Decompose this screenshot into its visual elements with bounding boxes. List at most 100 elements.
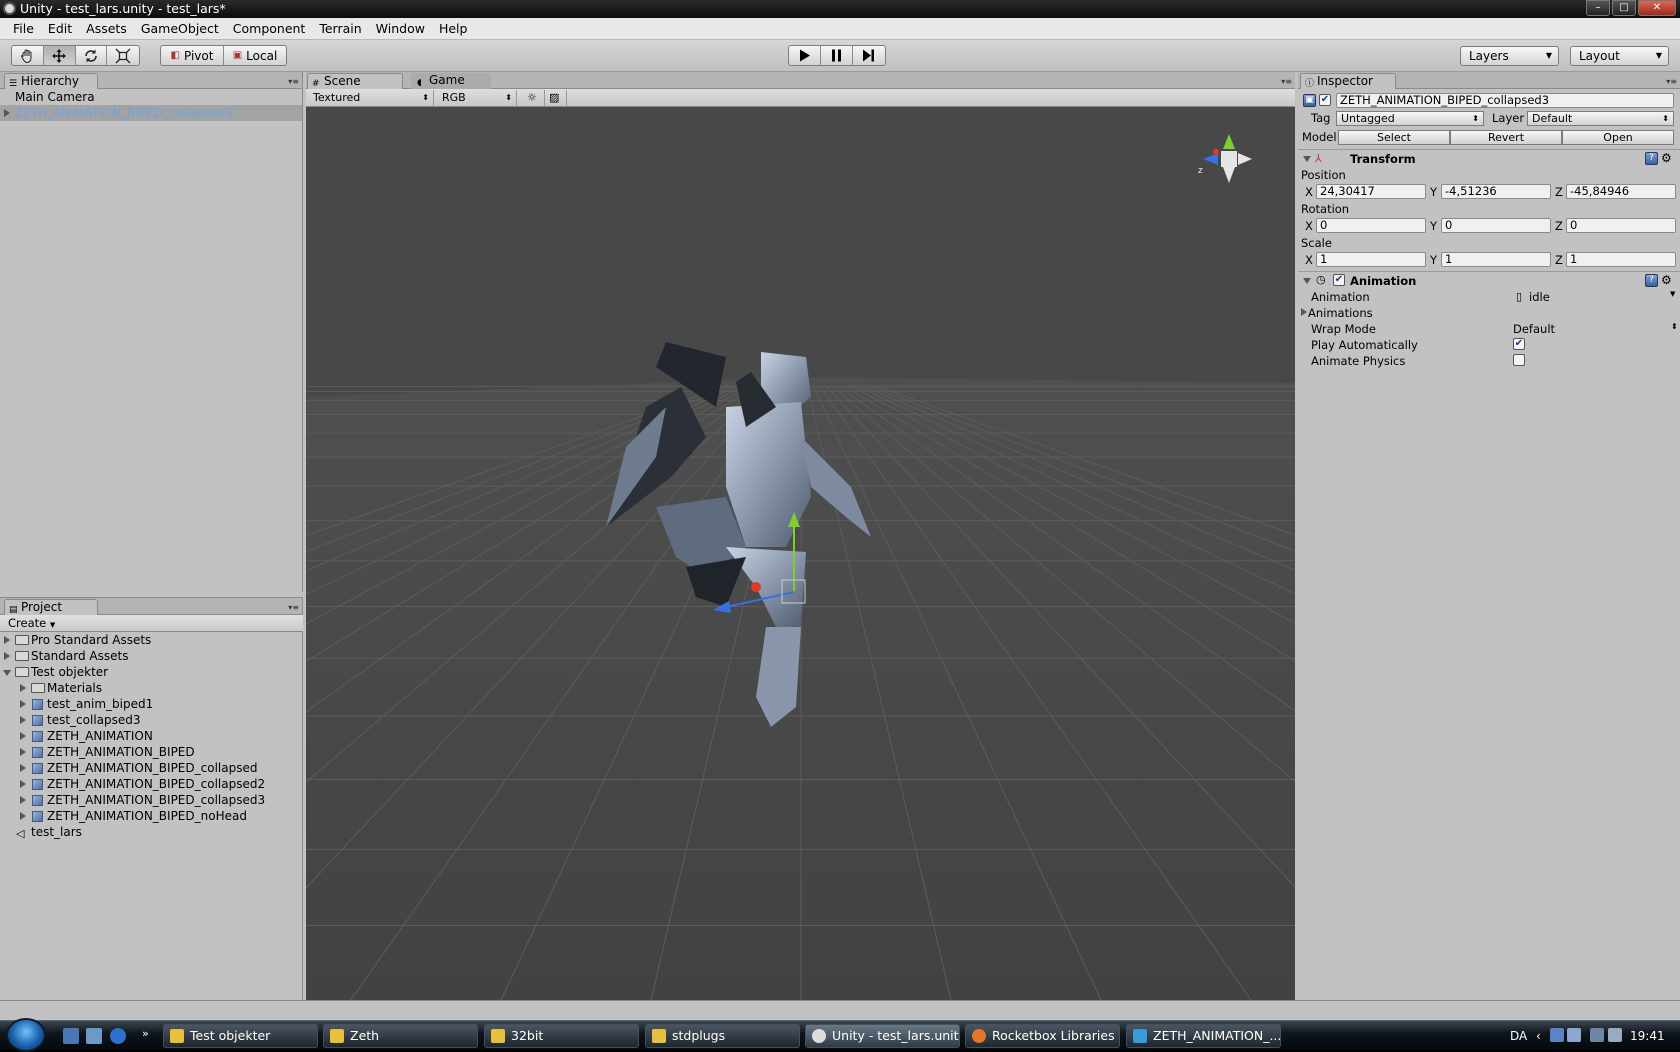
tray-app-icon[interactable] bbox=[1567, 1028, 1581, 1042]
language-indicator[interactable]: DA bbox=[1510, 1029, 1527, 1043]
menu-gameobject[interactable]: GameObject bbox=[134, 21, 226, 36]
panel-menu-icon[interactable]: ▾≡ bbox=[1281, 77, 1292, 86]
scale-z-field[interactable]: 1 bbox=[1566, 252, 1676, 267]
gear-icon[interactable]: ⚙ bbox=[1661, 273, 1672, 287]
taskbar-button-zeth-animation[interactable]: ZETH_ANIMATION_... bbox=[1126, 1024, 1281, 1048]
create-dropdown[interactable]: Create ▼ bbox=[4, 616, 59, 631]
menu-component[interactable]: Component bbox=[226, 21, 313, 36]
volume-icon[interactable] bbox=[1608, 1028, 1622, 1042]
animate-physics-checkbox[interactable] bbox=[1513, 354, 1525, 366]
tab-inspector[interactable]: ⓘ Inspector bbox=[1300, 73, 1396, 89]
clock-time[interactable]: 19:41 bbox=[1630, 1029, 1665, 1043]
position-x-field[interactable]: 24,30417 bbox=[1316, 184, 1426, 199]
animation-clip-value[interactable]: idle bbox=[1529, 290, 1550, 304]
menu-help[interactable]: Help bbox=[432, 21, 475, 36]
scene-viewport[interactable]: z bbox=[306, 107, 1295, 1000]
panel-menu-icon[interactable]: ▾≡ bbox=[1666, 77, 1677, 86]
wrap-mode-dropdown[interactable]: Default bbox=[1513, 322, 1555, 336]
panel-menu-icon[interactable]: ▾≡ bbox=[288, 77, 299, 86]
panel-menu-icon[interactable]: ▾≡ bbox=[288, 603, 299, 612]
project-item-test-objekter[interactable]: Test objekter bbox=[0, 664, 302, 680]
tray-chevron-icon[interactable]: ‹ bbox=[1536, 1029, 1541, 1043]
tag-dropdown[interactable]: Untagged ⬍ bbox=[1336, 111, 1484, 126]
scene-lighting-toggle[interactable]: ☼ bbox=[523, 90, 545, 106]
model-revert-button[interactable]: Revert bbox=[1450, 130, 1562, 145]
collapse-arrow-icon[interactable] bbox=[1303, 156, 1311, 162]
hierarchy-item-main-camera[interactable]: Main Camera bbox=[0, 89, 302, 105]
render-mode-dropdown[interactable]: Textured ⬍ bbox=[308, 90, 434, 106]
menu-file[interactable]: File bbox=[6, 21, 41, 36]
dropdown-arrow-icon[interactable]: ▼ bbox=[1670, 290, 1675, 298]
project-item-zeth-biped-nohead[interactable]: ZETH_ANIMATION_BIPED_noHead bbox=[0, 808, 302, 824]
animation-enabled-checkbox[interactable]: ✔ bbox=[1333, 274, 1345, 286]
internet-explorer-icon[interactable] bbox=[110, 1028, 126, 1044]
project-item-test-collapsed3[interactable]: test_collapsed3 bbox=[0, 712, 302, 728]
expand-arrow-icon[interactable] bbox=[20, 764, 26, 772]
play-button[interactable] bbox=[789, 46, 822, 65]
taskbar-button-32bit[interactable]: 32bit bbox=[484, 1024, 639, 1048]
help-icon[interactable]: ? bbox=[1645, 274, 1658, 287]
help-icon[interactable]: ? bbox=[1645, 152, 1658, 165]
project-item-zeth-biped-collapsed3[interactable]: ZETH_ANIMATION_BIPED_collapsed3 bbox=[0, 792, 302, 808]
switch-windows-icon[interactable] bbox=[86, 1028, 102, 1044]
color-mode-dropdown[interactable]: RGB ⬍ bbox=[437, 90, 517, 106]
project-item-zeth-animation[interactable]: ZETH_ANIMATION bbox=[0, 728, 302, 744]
project-item-pro-standard-assets[interactable]: Pro Standard Assets bbox=[0, 632, 302, 648]
taskbar-button-unity[interactable]: Unity - test_lars.unit... bbox=[805, 1024, 960, 1048]
expand-arrow-icon[interactable] bbox=[20, 716, 26, 724]
close-button[interactable]: ✕ bbox=[1638, 0, 1676, 16]
rotation-x-field[interactable]: 0 bbox=[1316, 218, 1426, 233]
project-item-zeth-animation-biped[interactable]: ZETH_ANIMATION_BIPED bbox=[0, 744, 302, 760]
collapse-arrow-icon[interactable] bbox=[1303, 278, 1311, 284]
taskbar-button-rocketbox[interactable]: Rocketbox Libraries ... bbox=[965, 1024, 1120, 1048]
taskbar-button-stdplugs[interactable]: stdplugs bbox=[645, 1024, 800, 1048]
gear-icon[interactable]: ⚙ bbox=[1661, 151, 1672, 165]
updown-arrow-icon[interactable]: ⬍ bbox=[1671, 322, 1678, 331]
rotation-y-field[interactable]: 0 bbox=[1441, 218, 1551, 233]
expand-arrow-icon[interactable] bbox=[1301, 308, 1307, 316]
pause-button[interactable] bbox=[821, 46, 853, 65]
project-item-standard-assets[interactable]: Standard Assets bbox=[0, 648, 302, 664]
maximize-button[interactable]: □ bbox=[1612, 0, 1636, 16]
model-open-button[interactable]: Open bbox=[1562, 130, 1674, 145]
scene-overlay-toggle[interactable]: ▨ bbox=[545, 90, 567, 106]
quicklaunch-chevron-icon[interactable]: » bbox=[142, 1027, 149, 1040]
expand-arrow-icon[interactable] bbox=[20, 732, 26, 740]
rotate-tool[interactable] bbox=[76, 46, 108, 65]
expand-arrow-icon[interactable] bbox=[4, 109, 10, 117]
position-y-field[interactable]: -4,51236 bbox=[1441, 184, 1551, 199]
project-item-test-lars-scene[interactable]: ◁ test_lars bbox=[0, 824, 302, 840]
rotation-z-field[interactable]: 0 bbox=[1566, 218, 1676, 233]
menu-window[interactable]: Window bbox=[369, 21, 432, 36]
tab-hierarchy[interactable]: ☰ Hierarchy bbox=[4, 73, 98, 89]
local-toggle[interactable]: ▣ Local bbox=[224, 46, 286, 65]
play-automatically-checkbox[interactable]: ✔ bbox=[1513, 338, 1525, 350]
scene-canvas[interactable]: z bbox=[306, 107, 1295, 1000]
minimize-button[interactable]: – bbox=[1586, 0, 1610, 16]
project-item-materials[interactable]: Materials bbox=[0, 680, 302, 696]
scale-tool[interactable] bbox=[107, 46, 139, 65]
hand-tool[interactable] bbox=[12, 46, 44, 65]
menu-assets[interactable]: Assets bbox=[79, 21, 134, 36]
pivot-toggle[interactable]: ◧ Pivot bbox=[161, 46, 224, 65]
expand-arrow-icon[interactable] bbox=[20, 684, 26, 692]
expand-arrow-icon[interactable] bbox=[20, 796, 26, 804]
animation-header[interactable]: ◷ ✔ Animation ? ⚙ bbox=[1298, 271, 1680, 289]
scale-x-field[interactable]: 1 bbox=[1316, 252, 1426, 267]
animations-array-label[interactable]: Animations bbox=[1308, 306, 1373, 320]
active-checkbox[interactable]: ✔ bbox=[1319, 94, 1331, 106]
tray-app-icon[interactable] bbox=[1550, 1028, 1564, 1042]
taskbar-button-zeth[interactable]: Zeth bbox=[323, 1024, 478, 1048]
project-item-test-anim-biped1[interactable]: test_anim_biped1 bbox=[0, 696, 302, 712]
model-select-button[interactable]: Select bbox=[1338, 130, 1450, 145]
tab-project[interactable]: ▤ Project bbox=[4, 599, 98, 615]
layer-dropdown[interactable]: Default ⬍ bbox=[1527, 111, 1674, 126]
project-item-zeth-biped-collapsed[interactable]: ZETH_ANIMATION_BIPED_collapsed bbox=[0, 760, 302, 776]
layers-dropdown[interactable]: Layers ▼ bbox=[1460, 46, 1559, 66]
expand-arrow-icon[interactable] bbox=[20, 780, 26, 788]
expand-arrow-icon[interactable] bbox=[20, 812, 26, 820]
start-button[interactable] bbox=[6, 1018, 46, 1052]
taskbar-button-test-objekter[interactable]: Test objekter bbox=[163, 1024, 318, 1048]
collapse-arrow-icon[interactable] bbox=[3, 670, 11, 676]
step-button[interactable] bbox=[853, 46, 885, 65]
